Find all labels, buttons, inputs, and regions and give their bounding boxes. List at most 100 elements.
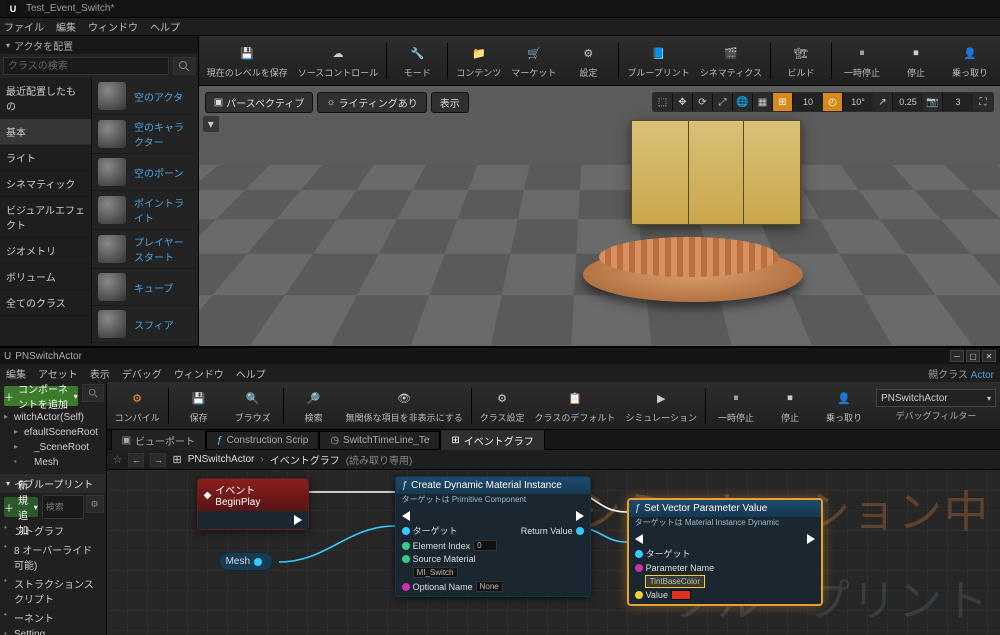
- asset-player-start[interactable]: プレイヤースタート: [92, 230, 198, 269]
- node-begin-play[interactable]: ◆イベント BeginPlay: [197, 478, 309, 530]
- coord-space-button[interactable]: 🌐: [733, 93, 753, 111]
- hide-unrelated-button[interactable]: 👁無関係な項目を非表示にする: [342, 383, 467, 429]
- exec-in-pin[interactable]: [402, 511, 410, 521]
- breadcrumb-graph[interactable]: イベントグラフ: [270, 452, 340, 467]
- asset-empty-character[interactable]: 空のキャラクター: [92, 115, 198, 154]
- transform-rotate-button[interactable]: ⟳: [693, 93, 713, 111]
- camera-speed-icon[interactable]: 📷: [923, 93, 943, 111]
- parent-class-link[interactable]: Actor: [971, 370, 994, 381]
- component-search-button[interactable]: [82, 384, 104, 402]
- debug-target-combo[interactable]: PNSwitchActor▾: [876, 389, 996, 407]
- category-vfx[interactable]: ビジュアルエフェクト: [0, 197, 91, 238]
- breadcrumb-actor[interactable]: PNSwitchActor: [188, 454, 255, 465]
- tab-event-graph[interactable]: ⊞イベントグラフ: [440, 429, 544, 451]
- save-level-button[interactable]: 💾現在のレベルを保存: [203, 38, 292, 84]
- angle-snap-value[interactable]: [843, 93, 873, 111]
- content-button[interactable]: 📁コンテンツ: [452, 38, 505, 84]
- nav-back-button[interactable]: ←: [128, 453, 144, 467]
- favorite-toggle[interactable]: ☆: [113, 453, 123, 466]
- var-section-setting[interactable]: Setting: [0, 627, 106, 635]
- asset-cube[interactable]: キューブ: [92, 269, 198, 306]
- close-button[interactable]: ✕: [982, 350, 996, 362]
- exec-in-pin[interactable]: [635, 534, 643, 544]
- material-in-pin[interactable]: [402, 555, 410, 563]
- settings-button[interactable]: ⚙設定: [562, 38, 614, 84]
- category-lights[interactable]: ライト: [0, 145, 91, 171]
- source-control-button[interactable]: ☁ソースコントロール: [294, 38, 383, 84]
- grid-snap-toggle[interactable]: ⊞: [773, 93, 793, 111]
- grid-snap-value[interactable]: [793, 93, 823, 111]
- bp-menu-view[interactable]: 表示: [90, 366, 110, 381]
- scale-snap-value[interactable]: [893, 93, 923, 111]
- bp-possess-button[interactable]: 👤乗っ取り: [818, 383, 870, 429]
- stop-button[interactable]: ⏹停止: [890, 38, 942, 84]
- node-set-vector-param[interactable]: ƒSet Vector Parameter Value ターゲットは Mater…: [627, 498, 823, 606]
- show-pill[interactable]: 表示: [431, 92, 469, 113]
- compile-button[interactable]: ⚙コンパイル: [111, 383, 164, 429]
- component-scene-root[interactable]: _SceneRoot: [0, 440, 106, 455]
- exec-out-pin[interactable]: [576, 511, 584, 521]
- category-geometry[interactable]: ジオメトリ: [0, 238, 91, 264]
- category-all[interactable]: 全てのクラス: [0, 290, 91, 316]
- cinematics-button[interactable]: 🎬シネマティクス: [696, 38, 766, 84]
- bp-menu-debug[interactable]: デバッグ: [122, 366, 162, 381]
- event-graph-canvas[interactable]: シミュレーション中 ブループリント ◆イベント BeginPlay Mesh: [107, 470, 1000, 635]
- construction-script[interactable]: ストラクションスクリプト: [0, 574, 106, 608]
- category-volumes[interactable]: ボリューム: [0, 264, 91, 290]
- asset-empty-pawn[interactable]: 空のポーン: [92, 154, 198, 191]
- bp-stop-button[interactable]: ⏹停止: [764, 383, 816, 429]
- viewport-maximize-button[interactable]: ⛶: [973, 93, 993, 111]
- component-default-scene-root[interactable]: efaultSceneRoot: [0, 425, 106, 440]
- bp-pause-button[interactable]: ⏸一時停止: [710, 383, 762, 429]
- color-in-pin[interactable]: [635, 591, 643, 599]
- int-in-pin[interactable]: [402, 542, 410, 550]
- viewport-menu-toggle[interactable]: ▾: [203, 116, 219, 132]
- bp-save-button[interactable]: 💾保存: [173, 383, 225, 429]
- simulation-button[interactable]: ▶シミュレーション: [621, 383, 701, 429]
- exec-out-pin[interactable]: [294, 515, 302, 525]
- category-recent[interactable]: 最近配置したもの: [0, 78, 91, 119]
- menu-file[interactable]: ファイル: [4, 19, 44, 34]
- menu-window[interactable]: ウィンドウ: [88, 19, 138, 34]
- component-mesh[interactable]: Mesh: [0, 455, 106, 470]
- level-viewport[interactable]: ▾ ▣パースペクティブ ☼ライティングあり 表示 ⬚ ✥ ⟳ ⤢ 🌐 ▦ ⊞ ◴…: [199, 86, 1000, 346]
- minimize-button[interactable]: ─: [950, 350, 964, 362]
- target-in-pin[interactable]: [635, 550, 643, 558]
- blueprints-button[interactable]: 📘ブループリント: [623, 38, 693, 84]
- my-blueprint-header[interactable]: ▾イブループリント: [0, 474, 106, 493]
- class-defaults-button[interactable]: 📋クラスのデフォルト: [531, 383, 620, 429]
- return-out-pin[interactable]: [576, 527, 584, 535]
- angle-snap-toggle[interactable]: ◴: [823, 93, 843, 111]
- menu-edit[interactable]: 編集: [56, 19, 76, 34]
- modes-button[interactable]: 🔧モード: [391, 38, 443, 84]
- graph-event[interactable]: ントグラフ: [0, 521, 106, 540]
- add-component-button[interactable]: ＋ コンポーネントを追加▾: [4, 386, 78, 406]
- nav-forward-button[interactable]: →: [150, 453, 166, 467]
- asset-empty-actor[interactable]: 空のアクタ: [92, 78, 198, 115]
- tab-timeline[interactable]: ◷SwitchTimeLine_Te: [319, 431, 440, 449]
- category-cinematic[interactable]: シネマティック: [0, 171, 91, 197]
- lighting-pill[interactable]: ☼ライティングあり: [317, 92, 426, 113]
- param-name-highlight[interactable]: TintBaseColor: [646, 576, 704, 587]
- var-out-pin[interactable]: [254, 558, 262, 566]
- class-settings-button[interactable]: ⚙クラス設定: [476, 383, 529, 429]
- component-self[interactable]: witchActor(Self): [0, 410, 106, 425]
- search-button[interactable]: [173, 57, 195, 75]
- name-in-pin[interactable]: [635, 564, 643, 572]
- maximize-button[interactable]: ▢: [966, 350, 980, 362]
- perspective-pill[interactable]: ▣パースペクティブ: [205, 92, 314, 113]
- pause-button[interactable]: ⏸一時停止: [836, 38, 888, 84]
- category-basic[interactable]: 基本: [0, 119, 91, 145]
- surface-snap-button[interactable]: ▦: [753, 93, 773, 111]
- transform-scale-button[interactable]: ⤢: [713, 93, 733, 111]
- tab-viewport[interactable]: ▣ビューポート: [111, 429, 206, 451]
- bp-menu-edit[interactable]: 編集: [6, 366, 26, 381]
- node-create-dmi[interactable]: ƒCreate Dynamic Material Instance ターゲットは…: [395, 476, 591, 597]
- blueprint-search-input[interactable]: [42, 495, 84, 519]
- scale-snap-toggle[interactable]: ↗: [873, 93, 893, 111]
- transform-translate-button[interactable]: ✥: [673, 93, 693, 111]
- blueprint-settings-button[interactable]: ⚙: [86, 495, 104, 513]
- transform-select-button[interactable]: ⬚: [653, 93, 673, 111]
- tab-construction[interactable]: ƒConstruction Scrip: [206, 431, 319, 449]
- add-new-button[interactable]: ＋ 新規追加▾: [4, 497, 38, 517]
